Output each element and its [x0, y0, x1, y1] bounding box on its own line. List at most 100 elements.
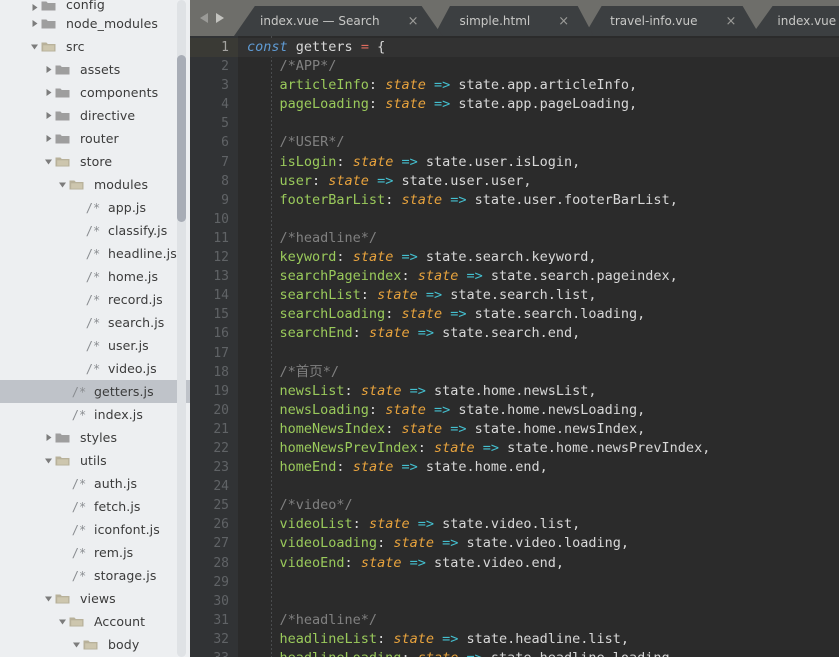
- line-number[interactable]: 15: [190, 305, 238, 324]
- tree-item-iconfont-js[interactable]: /* iconfont.js: [0, 518, 190, 541]
- editor-tab-3[interactable]: index.vue — Account×: [751, 6, 839, 36]
- tree-item-body[interactable]: body: [0, 633, 190, 656]
- line-number[interactable]: 22: [190, 439, 238, 458]
- chevron-down-icon[interactable]: [56, 617, 69, 626]
- chevron-right-icon[interactable]: [42, 65, 55, 74]
- code-line[interactable]: searchEnd: state => state.search.end,: [238, 324, 839, 343]
- code-line[interactable]: pageLoading: state => state.app.pageLoad…: [238, 95, 839, 114]
- tree-item-account[interactable]: Account: [0, 610, 190, 633]
- code-line[interactable]: headlineList: state => state.headline.li…: [238, 630, 839, 649]
- tree-item-getters-js[interactable]: /* getters.js: [0, 380, 190, 403]
- line-number[interactable]: 28: [190, 554, 238, 573]
- code-line[interactable]: /*USER*/: [238, 133, 839, 152]
- tree-item-storage-js[interactable]: /* storage.js: [0, 564, 190, 587]
- tree-item-styles[interactable]: styles: [0, 426, 190, 449]
- tree-item-headline-js[interactable]: /* headline.js: [0, 242, 190, 265]
- editor-tab-0[interactable]: index.vue — Search ×: [234, 6, 443, 36]
- tree-item-utils[interactable]: utils: [0, 449, 190, 472]
- code-line[interactable]: homeEnd: state => state.home.end,: [238, 458, 839, 477]
- arrow-left-icon[interactable]: [199, 12, 210, 24]
- code-line[interactable]: newsList: state => state.home.newsList,: [238, 382, 839, 401]
- project-tree[interactable]: config node_modules src assets components dir…: [0, 0, 190, 657]
- editor-tab-1[interactable]: simple.html ×: [433, 6, 594, 36]
- line-number[interactable]: 19: [190, 382, 238, 401]
- chevron-down-icon[interactable]: [42, 456, 55, 465]
- code-line[interactable]: user: state => state.user.user,: [238, 172, 839, 191]
- line-number[interactable]: 23: [190, 458, 238, 477]
- chevron-right-icon[interactable]: [28, 3, 41, 12]
- code-line[interactable]: /*首页*/: [238, 363, 839, 382]
- code-line[interactable]: searchLoading: state => state.search.loa…: [238, 305, 839, 324]
- chevron-right-icon[interactable]: [42, 134, 55, 143]
- line-number[interactable]: 12: [190, 248, 238, 267]
- code-line[interactable]: [238, 477, 839, 496]
- tree-item-node-modules[interactable]: node_modules: [0, 12, 190, 35]
- code-line[interactable]: searchPageindex: state => state.search.p…: [238, 267, 839, 286]
- tree-item-record-js[interactable]: /* record.js: [0, 288, 190, 311]
- tree-item-router[interactable]: router: [0, 127, 190, 150]
- tree-item-app-js[interactable]: /* app.js: [0, 196, 190, 219]
- line-number[interactable]: 29: [190, 573, 238, 592]
- line-number[interactable]: 2: [190, 57, 238, 76]
- line-number[interactable]: 33: [190, 649, 238, 657]
- sidebar-scrollbar-track[interactable]: [177, 0, 186, 657]
- tree-item-auth-js[interactable]: /* auth.js: [0, 472, 190, 495]
- tree-item-modules[interactable]: modules: [0, 173, 190, 196]
- line-number[interactable]: 6: [190, 133, 238, 152]
- code-lines-container[interactable]: const getters = { /*APP*/ articleInfo: s…: [238, 36, 839, 657]
- line-number[interactable]: 21: [190, 420, 238, 439]
- line-number[interactable]: 26: [190, 515, 238, 534]
- code-line[interactable]: isLogin: state => state.user.isLogin,: [238, 153, 839, 172]
- code-line[interactable]: [238, 344, 839, 363]
- code-line[interactable]: homeNewsIndex: state => state.home.newsI…: [238, 420, 839, 439]
- tree-item-search-js[interactable]: /* search.js: [0, 311, 190, 334]
- code-line[interactable]: /*APP*/: [238, 57, 839, 76]
- code-line[interactable]: videoLoading: state => state.video.loadi…: [238, 534, 839, 553]
- code-line[interactable]: newsLoading: state => state.home.newsLoa…: [238, 401, 839, 420]
- code-line[interactable]: headlineLoading: state => state.headline…: [238, 649, 839, 657]
- line-number[interactable]: 7: [190, 153, 238, 172]
- line-number[interactable]: 32: [190, 630, 238, 649]
- tree-item-config[interactable]: config: [0, 0, 190, 12]
- line-number[interactable]: 31: [190, 611, 238, 630]
- line-number[interactable]: 20: [190, 401, 238, 420]
- code-line[interactable]: [238, 210, 839, 229]
- code-line[interactable]: keyword: state => state.search.keyword,: [238, 248, 839, 267]
- tree-item-home-js[interactable]: /* home.js: [0, 265, 190, 288]
- line-number[interactable]: 18: [190, 363, 238, 382]
- line-number[interactable]: 5: [190, 114, 238, 133]
- code-line[interactable]: /*video*/: [238, 496, 839, 515]
- line-number[interactable]: 16: [190, 324, 238, 343]
- chevron-down-icon[interactable]: [70, 640, 83, 649]
- line-number[interactable]: 27: [190, 534, 238, 553]
- code-line[interactable]: homeNewsPrevIndex: state => state.home.n…: [238, 439, 839, 458]
- code-line[interactable]: footerBarList: state => state.user.foote…: [238, 191, 839, 210]
- code-line[interactable]: [238, 592, 839, 611]
- chevron-down-icon[interactable]: [42, 157, 55, 166]
- line-number[interactable]: 14: [190, 286, 238, 305]
- tab-nav-arrows[interactable]: [190, 0, 234, 36]
- tree-item-video-js[interactable]: /* video.js: [0, 357, 190, 380]
- code-line[interactable]: [238, 573, 839, 592]
- chevron-right-icon[interactable]: [42, 88, 55, 97]
- editor-tab-2[interactable]: travel-info.vue ×: [584, 6, 761, 36]
- chevron-down-icon[interactable]: [28, 42, 41, 51]
- line-number[interactable]: 17: [190, 344, 238, 363]
- code-line[interactable]: const getters = {: [238, 38, 839, 58]
- line-number[interactable]: 24: [190, 477, 238, 496]
- tree-item-src[interactable]: src: [0, 35, 190, 58]
- line-number[interactable]: 11: [190, 229, 238, 248]
- tree-item-user-js[interactable]: /* user.js: [0, 334, 190, 357]
- code-line[interactable]: searchList: state => state.search.list,: [238, 286, 839, 305]
- tab-close-icon[interactable]: ×: [530, 15, 591, 28]
- tree-item-views[interactable]: views: [0, 587, 190, 610]
- line-number[interactable]: 8: [190, 172, 238, 191]
- tree-item-store[interactable]: store: [0, 150, 190, 173]
- code-line[interactable]: videoList: state => state.video.list,: [238, 515, 839, 534]
- chevron-right-icon[interactable]: [42, 111, 55, 120]
- tab-close-icon[interactable]: ×: [380, 15, 441, 28]
- chevron-right-icon[interactable]: [28, 19, 41, 28]
- tree-item-index-js[interactable]: /* index.js: [0, 403, 190, 426]
- line-number[interactable]: 3: [190, 76, 238, 95]
- sidebar-scrollbar-thumb[interactable]: [177, 55, 186, 222]
